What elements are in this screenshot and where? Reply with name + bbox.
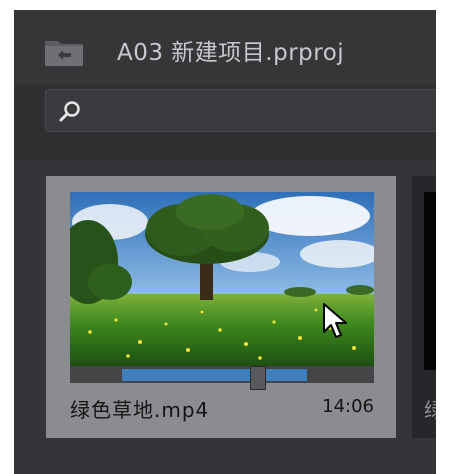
project-panel: A03 新建项目.prproj 绿色草地.mp4 14:06 绿 [14, 10, 436, 474]
scrubber-in-out-range [122, 369, 307, 381]
clip-name[interactable]: 绿色草地.mp4 [70, 394, 209, 423]
search-icon [59, 101, 80, 122]
media-bin: 绿色草地.mp4 14:06 绿 [14, 160, 436, 474]
folder-up-icon[interactable] [44, 36, 84, 68]
mouse-pointer-icon [323, 303, 347, 338]
scrubber-playhead-handle[interactable] [250, 366, 266, 390]
search-field[interactable] [45, 89, 436, 132]
project-panel-header: A03 新建项目.prproj [14, 10, 436, 84]
search-input[interactable] [90, 96, 434, 126]
clip-thumbnail-partial[interactable] [424, 192, 436, 370]
clip-card-partial[interactable]: 绿 [412, 176, 436, 438]
clip-duration: 14:06 [322, 396, 374, 417]
clip-scrubber[interactable] [70, 366, 374, 390]
clip-name-partial[interactable]: 绿 [424, 394, 436, 423]
project-title: A03 新建项目.prproj [117, 40, 345, 66]
